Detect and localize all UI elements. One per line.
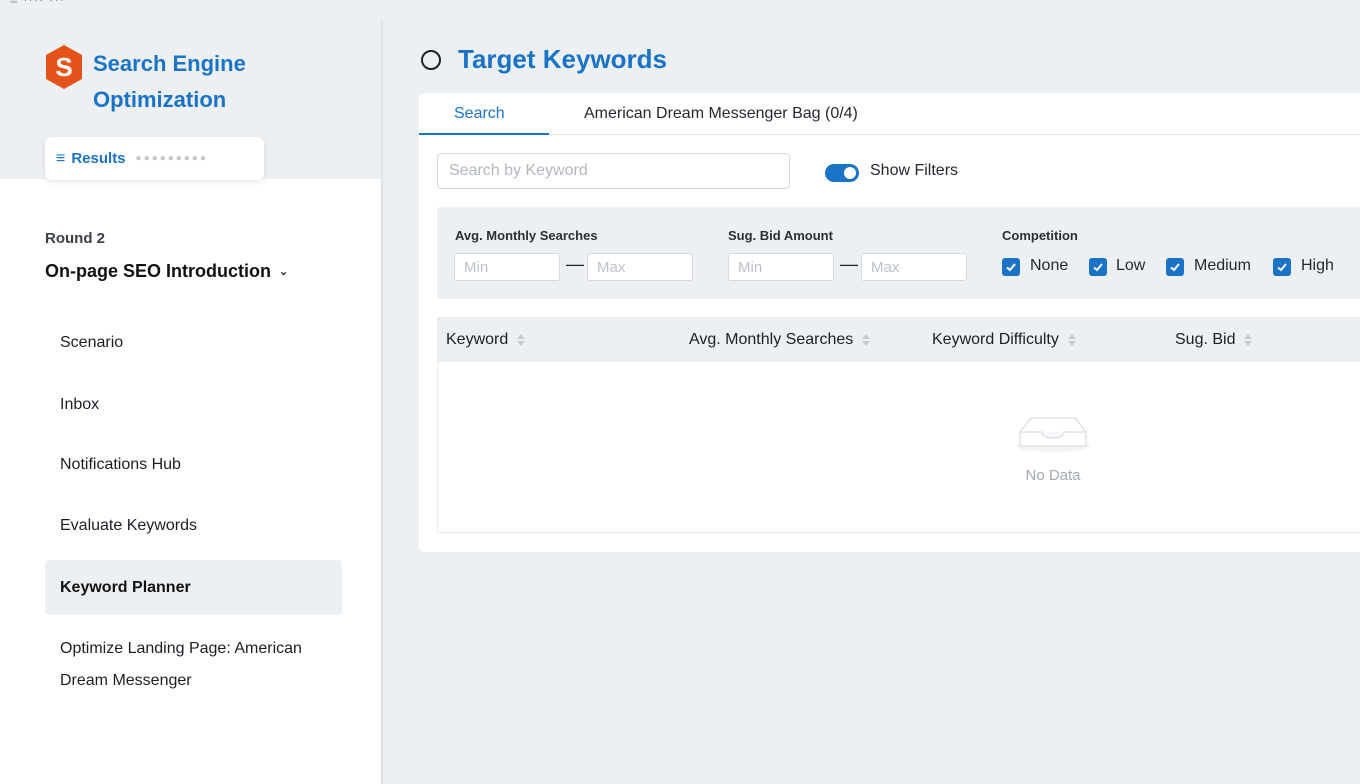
competition-high-label: High <box>1301 257 1334 274</box>
sort-icon[interactable] <box>1067 334 1076 346</box>
page-title: Target Keywords <box>458 44 668 74</box>
toggle-knob <box>844 167 856 179</box>
module-name: On-page SEO Introduction <box>45 261 271 281</box>
show-filters-toggle[interactable] <box>825 164 859 182</box>
results-button[interactable]: ≡ Results ●●●●●●●●● <box>45 137 264 180</box>
column-header-avg-monthly-searches[interactable]: Avg. Monthly Searches <box>689 331 871 349</box>
check-icon <box>1093 263 1103 272</box>
sort-icon[interactable] <box>517 334 526 346</box>
brand-title: Search Engine Optimization <box>93 51 246 112</box>
keyword-search-input[interactable] <box>437 153 790 189</box>
column-header-keyword-difficulty[interactable]: Keyword Difficulty <box>932 331 1076 349</box>
bid-amount-filter-label: Sug. Bid Amount <box>728 228 833 243</box>
empty-state-text: No Data <box>1025 467 1081 484</box>
column-header-label: Keyword <box>446 331 509 348</box>
keywords-table: Keyword Avg. Monthly Searches Keyword Di… <box>437 317 1360 533</box>
competition-filter-label: Competition <box>1002 228 1078 243</box>
brand: S Search Engine Optimization <box>44 44 273 118</box>
status-circle-icon[interactable] <box>421 49 441 70</box>
sidebar-item-label: Notifications Hub <box>60 456 181 473</box>
column-header-label: Sug. Bid <box>1175 331 1236 348</box>
filters-panel: Avg. Monthly Searches — Sug. Bid Amount … <box>437 207 1360 299</box>
check-icon <box>1006 263 1016 272</box>
bid-amount-min-input[interactable] <box>728 253 834 281</box>
sort-icon[interactable] <box>1244 334 1253 346</box>
check-icon <box>1170 263 1180 272</box>
round-label: Round 2 <box>45 230 105 247</box>
sidebar-header: ≡ ···· ··· S Search Engine Optimization … <box>0 0 381 180</box>
check-icon <box>1277 263 1287 272</box>
brand-logo-icon: S <box>46 45 82 89</box>
monthly-searches-filter-label: Avg. Monthly Searches <box>455 228 598 243</box>
table-header: Keyword Avg. Monthly Searches Keyword Di… <box>438 318 1360 362</box>
column-header-sug-bid[interactable]: Sug. Bid <box>1175 331 1253 349</box>
column-header-label: Avg. Monthly Searches <box>689 331 854 348</box>
sidebar-item-label: Inbox <box>60 396 100 413</box>
tab-search[interactable]: Search <box>454 93 505 135</box>
sidebar-item-evaluate-keywords[interactable]: Evaluate Keywords <box>45 509 342 543</box>
competition-low-label: Low <box>1116 257 1146 274</box>
column-header-keyword[interactable]: Keyword <box>446 331 526 349</box>
top-menu-cropped[interactable]: ≡ ···· ··· <box>10 0 65 7</box>
competition-low-checkbox[interactable] <box>1089 258 1107 276</box>
range-dash: — <box>840 254 858 274</box>
tab-product[interactable]: American Dream Messenger Bag (0/4) <box>584 93 858 135</box>
active-tab-indicator <box>419 133 549 135</box>
show-filters-label: Show Filters <box>870 162 959 179</box>
sort-icon[interactable] <box>862 334 871 346</box>
competition-none-checkbox[interactable] <box>1002 258 1020 276</box>
competition-medium-checkbox[interactable] <box>1166 258 1184 276</box>
monthly-searches-max-input[interactable] <box>587 253 693 281</box>
empty-inbox-icon <box>1016 417 1090 452</box>
sidebar-item-inbox[interactable]: Inbox <box>45 388 342 422</box>
page-header: Target Keywords <box>421 44 667 75</box>
monthly-searches-min-input[interactable] <box>454 253 560 281</box>
progress-dots: ●●●●●●●●● <box>135 153 208 164</box>
sidebar-item-label: Evaluate Keywords <box>60 517 197 534</box>
column-header-label: Keyword Difficulty <box>932 331 1059 348</box>
menu-icon: ≡ <box>56 149 66 167</box>
sidebar-item-scenario[interactable]: Scenario <box>45 326 342 360</box>
sidebar-item-label: Scenario <box>60 334 124 351</box>
sidebar: ≡ ···· ··· S Search Engine Optimization … <box>0 0 381 784</box>
competition-high-checkbox[interactable] <box>1273 258 1291 276</box>
range-dash: — <box>566 254 584 274</box>
competition-none-label: None <box>1030 257 1069 274</box>
sidebar-divider <box>381 20 383 784</box>
competition-medium-label: Medium <box>1194 257 1251 274</box>
chevron-down-icon: ⌄ <box>279 266 289 278</box>
bid-amount-max-input[interactable] <box>861 253 967 281</box>
sidebar-item-label: Optimize Landing Page: American Dream Me… <box>60 640 302 689</box>
sidebar-item-label: Keyword Planner <box>60 578 191 596</box>
results-label: Results <box>71 150 126 167</box>
module-selector[interactable]: On-page SEO Introduction ⌄ <box>45 261 288 282</box>
tab-bar: Search American Dream Messenger Bag (0/4… <box>419 93 1360 135</box>
brand-logo-letter: S <box>55 52 72 82</box>
sidebar-item-optimize-landing-page[interactable]: Optimize Landing Page: American Dream Me… <box>45 633 305 697</box>
sidebar-item-notifications-hub[interactable]: Notifications Hub <box>45 448 342 482</box>
sidebar-item-keyword-planner[interactable]: Keyword Planner <box>45 560 342 615</box>
keyword-planner-panel: Search American Dream Messenger Bag (0/4… <box>419 93 1360 552</box>
